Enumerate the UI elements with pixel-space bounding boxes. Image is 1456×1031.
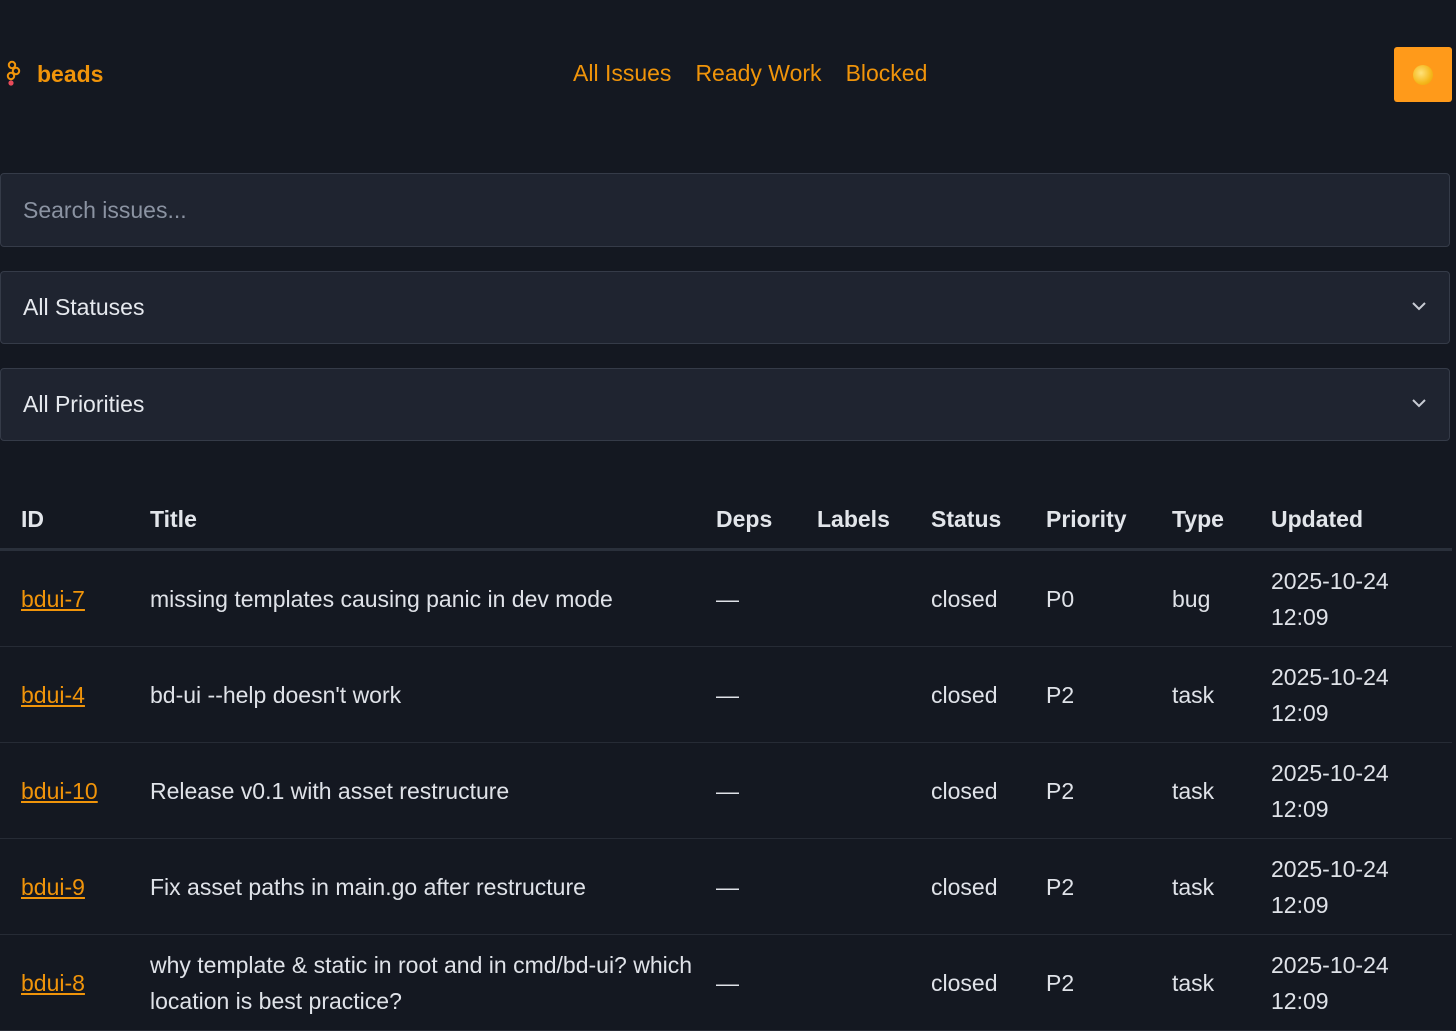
column-header-priority[interactable]: Priority xyxy=(1025,490,1151,551)
search-input[interactable] xyxy=(23,196,1403,224)
issue-type: task xyxy=(1151,742,1250,839)
table-header-row: ID Title Deps Labels Status Priority Typ… xyxy=(0,490,1452,551)
issue-status: closed xyxy=(910,742,1025,839)
brand-link[interactable]: beads xyxy=(3,60,103,88)
issue-labels xyxy=(796,934,910,1031)
issue-deps: — xyxy=(695,549,796,647)
issue-title: why template & static in root and in cmd… xyxy=(129,934,695,1031)
priority-filter-value: All Priorities xyxy=(23,391,145,417)
brand-name: beads xyxy=(37,60,104,87)
issue-priority: P0 xyxy=(1025,549,1151,647)
issue-updated: 2025-10-24 12:09 xyxy=(1250,646,1452,743)
issue-deps: — xyxy=(695,838,796,935)
issue-status: closed xyxy=(910,838,1025,935)
updated-date: 2025-10-24 xyxy=(1271,855,1389,882)
issue-updated: 2025-10-24 12:09 xyxy=(1250,742,1452,839)
table-row: bdui-4 bd-ui --help doesn't work — close… xyxy=(0,646,1452,743)
issue-status: closed xyxy=(910,646,1025,743)
column-header-status[interactable]: Status xyxy=(910,490,1025,551)
updated-date: 2025-10-24 xyxy=(1271,663,1389,690)
issue-type: task xyxy=(1151,838,1250,935)
issue-labels xyxy=(796,549,910,647)
issue-labels xyxy=(796,742,910,839)
issue-title: bd-ui --help doesn't work xyxy=(129,646,695,743)
table-row: bdui-10 Release v0.1 with asset restruct… xyxy=(0,742,1452,839)
issues-table: ID Title Deps Labels Status Priority Typ… xyxy=(0,490,1452,1031)
theme-toggle-button[interactable] xyxy=(1394,47,1452,102)
search-box xyxy=(0,173,1450,247)
app-header: beads All Issues Ready Work Blocked xyxy=(0,0,1456,150)
beads-icon xyxy=(6,60,21,86)
issue-status: closed xyxy=(910,549,1025,647)
issue-updated: 2025-10-24 12:09 xyxy=(1250,934,1452,1031)
issue-id-link[interactable]: bdui-4 xyxy=(21,682,85,708)
issue-deps: — xyxy=(695,742,796,839)
issue-deps: — xyxy=(695,646,796,743)
updated-time: 12:09 xyxy=(1271,603,1329,630)
priority-filter-select[interactable]: All Priorities xyxy=(0,368,1450,441)
issue-title: Release v0.1 with asset restructure xyxy=(129,742,695,839)
issue-priority: P2 xyxy=(1025,838,1151,935)
nav-ready-work[interactable]: Ready Work xyxy=(695,60,821,87)
issue-status: closed xyxy=(910,934,1025,1031)
issue-priority: P2 xyxy=(1025,742,1151,839)
chevron-down-icon xyxy=(1412,398,1426,407)
issue-priority: P2 xyxy=(1025,646,1151,743)
column-header-type[interactable]: Type xyxy=(1151,490,1250,551)
status-filter-value: All Statuses xyxy=(23,294,145,320)
issue-labels xyxy=(796,646,910,743)
issue-deps: — xyxy=(695,934,796,1031)
issue-id-link[interactable]: bdui-10 xyxy=(21,778,98,804)
column-header-title[interactable]: Title xyxy=(129,490,695,551)
issue-priority: P2 xyxy=(1025,934,1151,1031)
table-row: bdui-7 missing templates causing panic i… xyxy=(0,549,1452,647)
status-filter-select[interactable]: All Statuses xyxy=(0,271,1450,344)
updated-time: 12:09 xyxy=(1271,699,1329,726)
updated-time: 12:09 xyxy=(1271,987,1329,1014)
issue-type: bug xyxy=(1151,549,1250,647)
nav-all-issues[interactable]: All Issues xyxy=(573,60,671,87)
updated-time: 12:09 xyxy=(1271,795,1329,822)
issue-id-link[interactable]: bdui-9 xyxy=(21,874,85,900)
issue-updated: 2025-10-24 12:09 xyxy=(1250,549,1452,647)
issue-title: Fix asset paths in main.go after restruc… xyxy=(129,838,695,935)
table-row: bdui-8 why template & static in root and… xyxy=(0,934,1452,1031)
table-row: bdui-9 Fix asset paths in main.go after … xyxy=(0,838,1452,935)
column-header-labels[interactable]: Labels xyxy=(796,490,910,551)
issue-updated: 2025-10-24 12:09 xyxy=(1250,838,1452,935)
updated-date: 2025-10-24 xyxy=(1271,567,1389,594)
updated-date: 2025-10-24 xyxy=(1271,759,1389,786)
issue-id-link[interactable]: bdui-7 xyxy=(21,586,85,612)
chevron-down-icon xyxy=(1412,301,1426,310)
nav-blocked[interactable]: Blocked xyxy=(846,60,928,87)
issue-id-link[interactable]: bdui-8 xyxy=(21,970,85,996)
updated-time: 12:09 xyxy=(1271,891,1329,918)
issue-title: missing templates causing panic in dev m… xyxy=(129,549,695,647)
issue-type: task xyxy=(1151,934,1250,1031)
issue-type: task xyxy=(1151,646,1250,743)
issue-labels xyxy=(796,838,910,935)
column-header-id[interactable]: ID xyxy=(0,490,129,551)
sun-icon xyxy=(1413,64,1433,85)
column-header-updated[interactable]: Updated xyxy=(1250,490,1452,551)
main-nav: All Issues Ready Work Blocked xyxy=(573,60,927,87)
column-header-deps[interactable]: Deps xyxy=(695,490,796,551)
updated-date: 2025-10-24 xyxy=(1271,951,1389,978)
